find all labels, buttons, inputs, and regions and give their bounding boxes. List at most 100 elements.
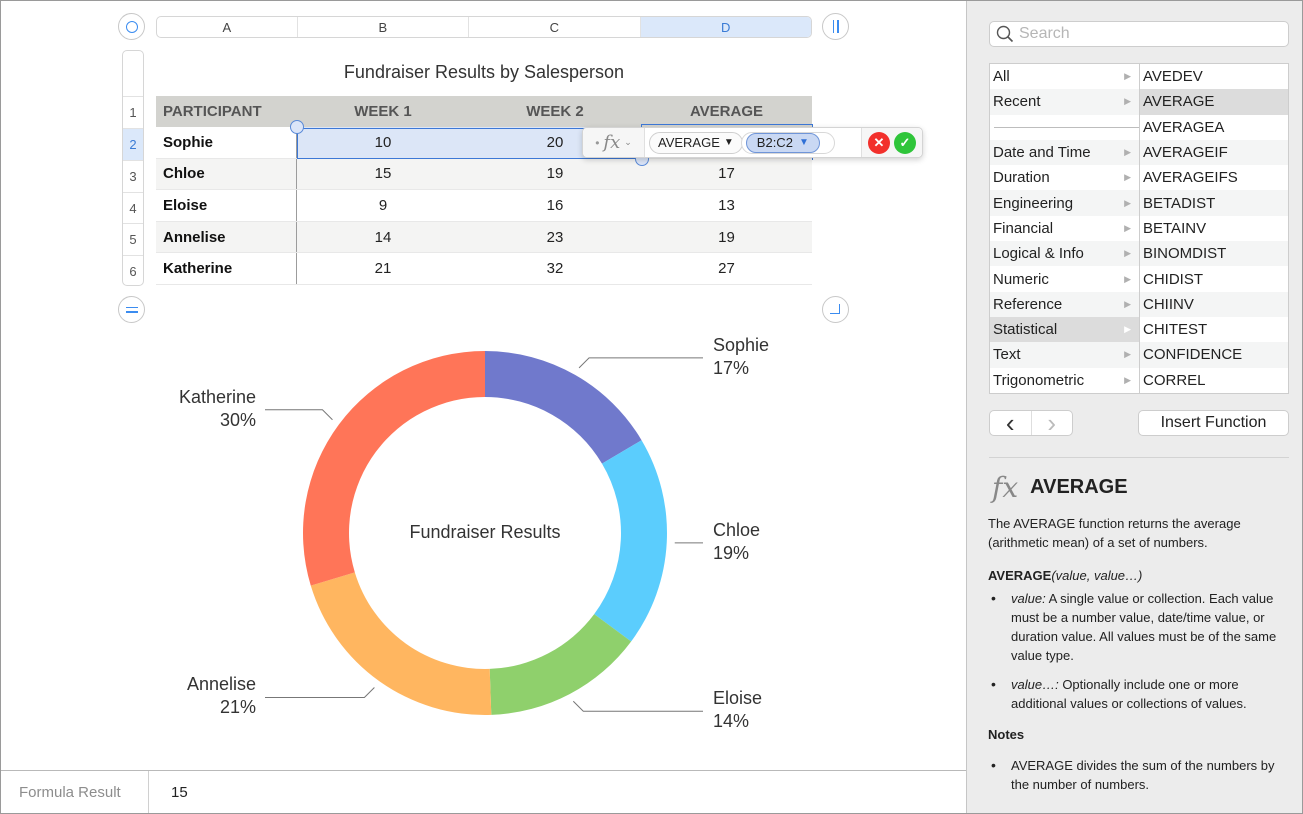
column-header-c[interactable]: C — [469, 17, 641, 37]
cell-week-2[interactable]: 19 — [469, 159, 641, 190]
insert-function-button[interactable]: Insert Function — [1138, 410, 1289, 436]
formula-menu-button[interactable]: • fx ⌄ — [583, 128, 645, 157]
resize-table-handle[interactable] — [822, 296, 849, 323]
donut-segment-sophie[interactable] — [485, 351, 642, 464]
function-item[interactable]: AVERAGEIF — [1140, 139, 1288, 166]
category-item[interactable]: Financial ▶ — [990, 216, 1139, 241]
argument-name: value: — [1011, 591, 1046, 606]
back-button[interactable]: ‹ — [990, 410, 1031, 436]
chart-label-katherine: Katherine 30% — [179, 386, 256, 432]
category-item[interactable]: Date and Time ▶ — [990, 139, 1139, 166]
header-week-2[interactable]: WEEK 2 — [469, 96, 641, 127]
cell-week-2[interactable]: 16 — [469, 190, 641, 221]
reference-token[interactable]: B2:C2 ▼ — [745, 132, 820, 153]
cell-week-1[interactable]: 10 — [297, 127, 469, 158]
syntax-args: (value, value…) — [1051, 568, 1143, 583]
function-item[interactable]: CONFIDENCE — [1140, 342, 1288, 368]
cell-week-2[interactable]: 32 — [469, 253, 641, 284]
row-header-3[interactable]: 3 — [123, 160, 143, 192]
chart-label-name: Katherine — [178, 386, 256, 407]
cell-average[interactable]: 17 — [641, 159, 812, 190]
column-header-a[interactable]: A — [157, 17, 298, 37]
cancel-formula-button[interactable]: ✕ — [868, 131, 890, 154]
donut-chart[interactable]: Fundraiser Results Sophie 17% Chloe 19% Eloi… — [0, 320, 966, 770]
cell-week-1[interactable]: 15 — [297, 159, 469, 190]
cell-participant[interactable]: Katherine — [156, 253, 297, 284]
function-item[interactable]: BINOMDIST — [1140, 241, 1288, 267]
accept-formula-button[interactable]: ✓ — [894, 131, 916, 154]
category-item[interactable]: Trigonometric ▶ — [990, 368, 1139, 393]
column-header-d[interactable]: D — [640, 17, 811, 37]
cell-average[interactable]: 27 — [641, 253, 812, 284]
category-item[interactable]: Engineering ▶ — [990, 190, 1139, 216]
function-browser-sidebar: All▶Recent▶Date and Time▶Duration▶Engine… — [966, 0, 1303, 814]
function-item[interactable]: CHITEST — [1140, 317, 1288, 342]
donut-segment-eloise[interactable] — [489, 614, 632, 715]
category-item[interactable]: Recent ▶ — [990, 89, 1139, 115]
function-item[interactable]: BETADIST — [1140, 190, 1288, 216]
function-browser: All ▶ Recent ▶ Date and Time ▶ Duration ▶ Engine… — [989, 63, 1289, 394]
search-field[interactable] — [989, 21, 1289, 47]
category-list[interactable]: All ▶ Recent ▶ Date and Time ▶ Duration ▶ Engine… — [990, 64, 1140, 393]
forward-button[interactable]: › — [1030, 410, 1073, 436]
chart-label-name: Sophie — [713, 334, 770, 355]
cell-participant[interactable]: Eloise — [156, 190, 297, 221]
cell-participant[interactable]: Sophie — [156, 127, 297, 158]
function-item[interactable]: CHIDIST — [1140, 266, 1288, 291]
category-item[interactable]: Logical & Info ▶ — [990, 241, 1139, 267]
category-item[interactable]: All ▶ — [990, 64, 1139, 89]
chart-label-sophie: Sophie 17% — [713, 334, 769, 380]
row-header-1[interactable]: 1 — [123, 96, 143, 128]
cell-average[interactable]: 19 — [641, 222, 812, 253]
donut-segment-katherine[interactable] — [303, 351, 485, 586]
row-header-2[interactable]: 2 — [123, 128, 143, 160]
table-select-handle[interactable] — [118, 13, 145, 40]
chart-label-annelise: Annelise 21% — [187, 673, 256, 719]
category-item[interactable]: Statistical ▶ — [990, 316, 1139, 343]
row-header-4[interactable]: 4 — [123, 192, 143, 223]
column-header-b[interactable]: B — [298, 17, 470, 37]
disclosure-arrow-icon: ▶ — [1124, 71, 1131, 82]
corner-icon — [829, 303, 840, 314]
cell-week-2[interactable]: 23 — [469, 222, 641, 253]
category-label: Date and Time — [993, 144, 1091, 162]
category-item[interactable]: Duration ▶ — [990, 165, 1139, 190]
cell-participant[interactable]: Chloe — [156, 158, 297, 190]
add-row-handle[interactable] — [118, 296, 145, 323]
function-item[interactable]: BETAINV — [1140, 216, 1288, 241]
row-header-5[interactable]: 5 — [123, 223, 143, 255]
function-list[interactable]: AVEDEV AVERAGE AVERAGEA AVERAGEIF AVERAGEIFS… — [1140, 64, 1288, 393]
cell-average[interactable]: 13 — [641, 190, 812, 221]
argument-item: • value…: Optionally include one or more… — [988, 675, 1293, 713]
category-item[interactable]: Numeric ▶ — [990, 266, 1139, 291]
cell-week-1[interactable]: 14 — [297, 222, 469, 253]
donut-segment-annelise[interactable] — [310, 572, 492, 715]
function-item[interactable]: AVERAGEIFS — [1140, 165, 1288, 190]
function-item[interactable]: AVEDEV — [1140, 64, 1288, 89]
range-start-handle[interactable] — [290, 120, 304, 134]
header-participant[interactable]: PARTICIPANT — [156, 96, 297, 127]
function-item[interactable]: CHIINV — [1140, 291, 1288, 317]
cell-participant[interactable]: Annelise — [156, 221, 297, 253]
formula-input[interactable]: AVERAGE ▼ B2:C2 ▼ — [645, 128, 862, 157]
bullet-icon: • — [991, 757, 996, 773]
function-item[interactable]: AVERAGE — [1140, 89, 1288, 115]
function-item[interactable]: CORREL — [1140, 368, 1288, 393]
add-column-handle[interactable] — [822, 13, 849, 40]
bullet-icon: • — [991, 676, 996, 692]
category-item[interactable]: Text ▶ — [990, 342, 1139, 368]
header-average[interactable]: AVERAGE — [641, 96, 812, 127]
header-week-1[interactable]: WEEK 1 — [297, 96, 469, 127]
leader-line — [578, 357, 703, 369]
drag-dot-icon: • — [595, 135, 600, 150]
category-item[interactable]: Reference ▶ — [990, 291, 1139, 317]
chart-label-eloise: Eloise 14% — [713, 687, 762, 733]
function-token[interactable]: AVERAGE ▼ — [649, 131, 743, 154]
cell-week-1[interactable]: 21 — [297, 253, 469, 284]
status-bar: Formula Result 15 — [0, 770, 966, 814]
function-description: The AVERAGE function returns the average… — [988, 516, 1241, 550]
row-header-6[interactable]: 6 — [123, 255, 143, 285]
cell-week-1[interactable]: 9 — [297, 190, 469, 221]
search-input[interactable] — [1019, 25, 1279, 43]
function-item[interactable]: AVERAGEA — [1140, 115, 1288, 140]
